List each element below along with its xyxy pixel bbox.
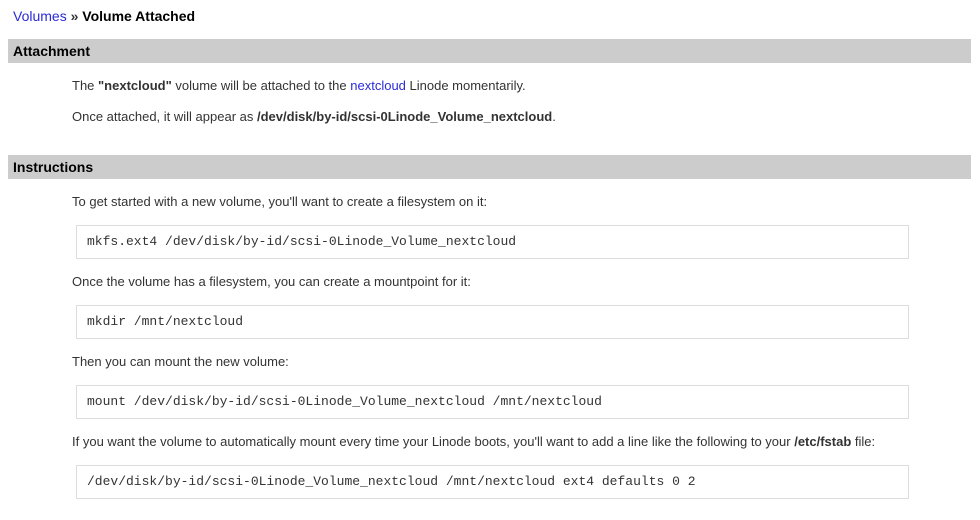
mountpoint-paragraph: Once the volume has a filesystem, you ca… bbox=[72, 274, 972, 290]
fstab-path: /etc/fstab bbox=[794, 434, 851, 449]
volume-name: "nextcloud" bbox=[98, 78, 172, 93]
device-path: /dev/disk/by-id/scsi-0Linode_Volume_next… bbox=[257, 109, 552, 124]
page-title: Volume Attached bbox=[82, 8, 195, 24]
attachment-paragraph: The "nextcloud" volume will be attached … bbox=[72, 78, 972, 94]
instructions-section: Instructions To get started with a new v… bbox=[8, 155, 972, 499]
breadcrumb: Volumes » Volume Attached bbox=[13, 8, 972, 24]
linode-link[interactable]: nextcloud bbox=[350, 78, 406, 93]
fstab-paragraph: If you want the volume to automatically … bbox=[72, 434, 972, 450]
breadcrumb-link-volumes[interactable]: Volumes bbox=[13, 8, 67, 24]
filesystem-paragraph: To get started with a new volume, you'll… bbox=[72, 194, 972, 210]
appear-text-pre: Once attached, it will appear as bbox=[72, 109, 257, 124]
section-header-attachment: Attachment bbox=[8, 39, 971, 63]
attachment-section-body: The "nextcloud" volume will be attached … bbox=[8, 78, 972, 125]
appear-text-post: . bbox=[552, 109, 556, 124]
attachment-section: Attachment The "nextcloud" volume will b… bbox=[8, 39, 972, 125]
code-block-mkfs: mkfs.ext4 /dev/disk/by-id/scsi-0Linode_V… bbox=[76, 225, 909, 259]
attachment-text-post: Linode momentarily. bbox=[406, 78, 526, 93]
code-block-fstab: /dev/disk/by-id/scsi-0Linode_Volume_next… bbox=[76, 465, 909, 499]
instructions-section-body: To get started with a new volume, you'll… bbox=[8, 194, 972, 499]
breadcrumb-separator: » bbox=[71, 8, 79, 24]
attachment-text-pre: The bbox=[72, 78, 98, 93]
section-header-instructions: Instructions bbox=[8, 155, 971, 179]
attachment-text-mid: volume will be attached to the bbox=[172, 78, 351, 93]
volume-attached-page: Volumes » Volume Attached Attachment The… bbox=[8, 8, 972, 499]
mount-paragraph: Then you can mount the new volume: bbox=[72, 354, 972, 370]
fstab-text-post: file: bbox=[851, 434, 875, 449]
code-block-mount: mount /dev/disk/by-id/scsi-0Linode_Volum… bbox=[76, 385, 909, 419]
appear-paragraph: Once attached, it will appear as /dev/di… bbox=[72, 109, 972, 125]
fstab-text-pre: If you want the volume to automatically … bbox=[72, 434, 794, 449]
code-block-mkdir: mkdir /mnt/nextcloud bbox=[76, 305, 909, 339]
